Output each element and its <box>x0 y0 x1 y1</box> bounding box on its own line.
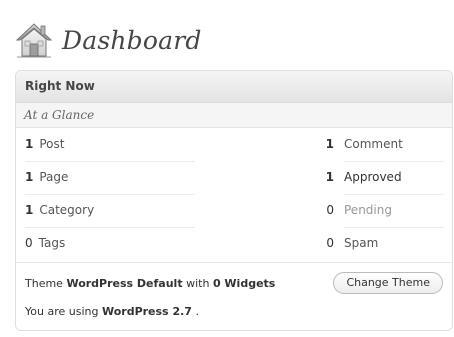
stats-table: 1 Post 1 Comment 1 Page 1 Approved 1 Category… <box>16 128 452 262</box>
pending-count[interactable]: 0 <box>314 194 334 227</box>
discussion-cell-pending[interactable]: 0 Pending <box>326 194 444 228</box>
pending-label[interactable]: Pending <box>344 203 392 217</box>
comments-count[interactable]: 1 <box>314 128 334 161</box>
version-line: You are using WordPress 2.7 . <box>25 298 443 326</box>
house-icon <box>15 23 53 58</box>
widget-title[interactable]: Right Now <box>16 71 452 103</box>
theme-with: with <box>186 277 210 290</box>
stats-row: 1 Page 1 Approved <box>16 161 452 195</box>
spam-label[interactable]: Spam <box>344 236 378 250</box>
posts-count[interactable]: 1 <box>25 137 33 151</box>
right-now-widget: Right Now At a Glance 1 Post 1 Comment 1 Pa… <box>15 70 453 331</box>
content-cell-categories[interactable]: 1 Category <box>25 194 195 228</box>
theme-prefix: Theme <box>25 277 63 290</box>
version-name: WordPress 2.7 <box>101 305 192 318</box>
page-title: Dashboard <box>62 25 202 55</box>
change-theme-button[interactable]: Change Theme <box>333 272 443 294</box>
content-cell-posts[interactable]: 1 Post <box>25 128 195 162</box>
approved-count[interactable]: 1 <box>314 161 334 194</box>
stats-row: 1 Post 1 Comment <box>16 128 452 162</box>
widget-footer: Theme WordPress Default with 0 Widgets C… <box>16 262 452 326</box>
comments-label[interactable]: Comment <box>344 137 403 151</box>
version-prefix: You are using <box>25 305 99 318</box>
version-suffix: . <box>195 305 199 318</box>
widgets-count[interactable]: 0 Widgets <box>213 277 275 290</box>
content-cell-pages[interactable]: 1 Page <box>25 161 195 195</box>
pages-label[interactable]: Page <box>39 170 68 184</box>
tags-label[interactable]: Tags <box>39 236 66 250</box>
approved-label[interactable]: Approved <box>344 170 402 184</box>
at-a-glance-subhead: At a Glance <box>16 103 452 128</box>
stats-row: 1 Category 0 Pending <box>16 194 452 228</box>
tags-count[interactable]: 0 <box>25 236 33 250</box>
theme-line: Theme WordPress Default with 0 Widgets C… <box>25 269 443 298</box>
content-cell-tags[interactable]: 0 Tags <box>25 227 195 260</box>
discussion-cell-approved[interactable]: 1 Approved <box>326 161 444 195</box>
spam-count[interactable]: 0 <box>314 227 334 260</box>
discussion-cell-spam[interactable]: 0 Spam <box>326 227 444 260</box>
stats-row: 0 Tags 0 Spam <box>16 227 452 260</box>
categories-count[interactable]: 1 <box>25 203 33 217</box>
dashboard-header: Dashboard <box>14 18 202 62</box>
posts-label[interactable]: Post <box>39 137 64 151</box>
pages-count[interactable]: 1 <box>25 170 33 184</box>
categories-label[interactable]: Category <box>39 203 94 217</box>
theme-name[interactable]: WordPress Default <box>66 277 182 290</box>
discussion-cell-comments[interactable]: 1 Comment <box>326 128 444 162</box>
